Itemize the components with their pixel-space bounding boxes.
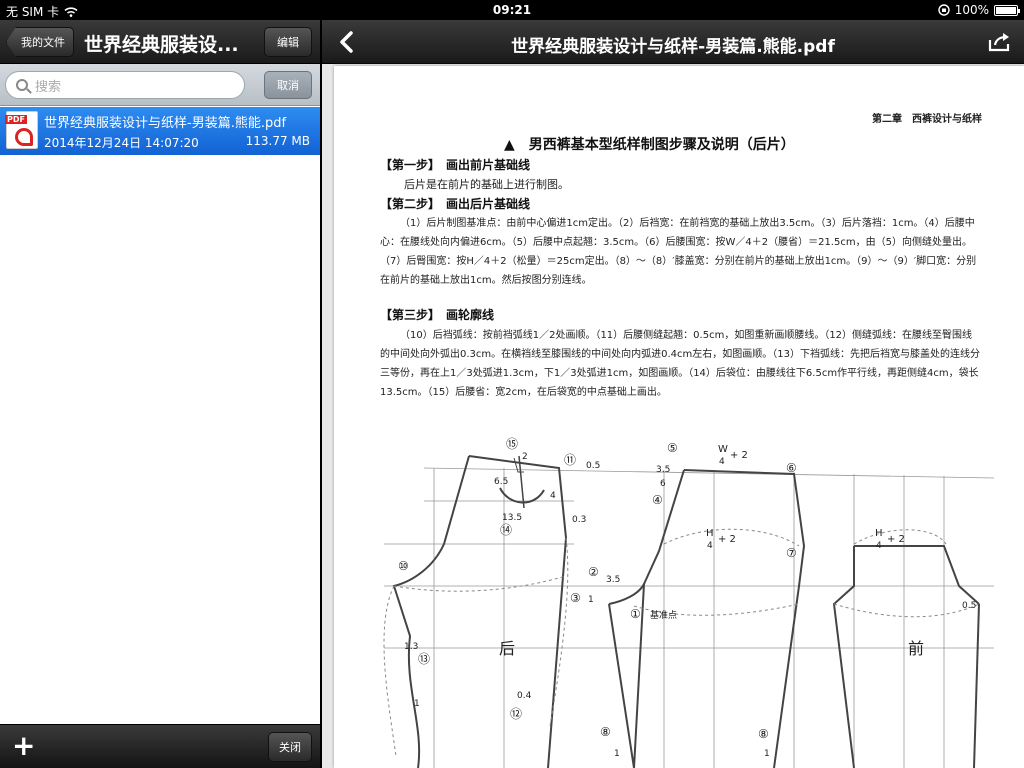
left-nav-bar: 我的文件 世界经典服装设... 编辑 [0, 20, 320, 64]
label-h-b: H [875, 528, 883, 539]
search-icon [16, 79, 28, 91]
label-v05a: 0.5 [586, 461, 600, 471]
pdf-tag: PDF [5, 115, 27, 124]
file-browser-pane: 我的文件 世界经典服装设... 编辑 搜索 取消 PDF 世界经典服装设计与纸样… [0, 20, 320, 768]
label-v35b: 3.5 [606, 575, 620, 585]
viewer-nav-bar: 世界经典服装设计与纸样-男装篇.熊能.pdf [322, 20, 1024, 64]
file-list-item[interactable]: PDF 世界经典服装设计与纸样-男装篇.熊能.pdf 2014年12月24日 1… [0, 107, 320, 155]
label-v05b: 0.5 [962, 601, 976, 611]
label-w: W [718, 444, 728, 455]
label-10: ⑩ [398, 559, 409, 573]
label-15: ⑮ [506, 437, 518, 451]
label-v1c: 1 [614, 749, 620, 759]
left-nav-title: 世界经典服装设... [84, 34, 239, 56]
label-w-plus: + 2 [730, 450, 748, 461]
label-8b: ⑧ [758, 727, 769, 741]
share-icon[interactable] [988, 32, 1012, 52]
app: 无 SIM 卡 09:21 100% 我的文件 世界经典服装设... 编辑 搜索… [0, 0, 1024, 768]
page-heading: ▲ 男西裤基本型纸样制图步骤及说明（后片） [504, 137, 795, 153]
label-8: ⑧ [600, 725, 611, 739]
edit-button[interactable]: 编辑 [264, 27, 312, 57]
label-front: 前 [908, 639, 924, 658]
search-input[interactable]: 搜索 [5, 71, 245, 99]
trouser-pattern-diagram: ⑮ 2 ⑪ 0.5 6.5 4 13.5 0.3 ⑭ ⑩ 1.3 ⑬ 后 0.4… [383, 437, 995, 768]
close-button[interactable]: 关闭 [268, 732, 312, 762]
my-files-back-button[interactable]: 我的文件 [6, 27, 74, 57]
label-2: ② [588, 565, 599, 579]
battery-icon [994, 4, 1020, 16]
chapter-header: 第二章 西裤设计与纸样 [872, 114, 982, 125]
file-name: 世界经典服装设计与纸样-男装篇.熊能.pdf [44, 116, 287, 131]
step-2-title: 【第二步】 画出后片基础线 [380, 197, 531, 211]
acrobat-swirl [15, 128, 33, 146]
label-w-den: 4 [719, 457, 725, 467]
label-back: 后 [499, 639, 515, 658]
label-11: ⑪ [564, 453, 576, 467]
step-1-title: 【第一步】 画出前片基础线 [380, 158, 531, 172]
add-icon[interactable]: + [12, 732, 35, 760]
label-h-b-plus: + 2 [887, 534, 905, 545]
label-v03: 0.3 [572, 515, 586, 525]
file-date: 2014年12月24日 14:07:20 [44, 136, 199, 150]
step-1-text: 后片是在前片的基础上进行制图。 [404, 178, 569, 191]
status-bar: 无 SIM 卡 09:21 100% [0, 0, 1024, 20]
label-5: ⑤ [667, 441, 678, 455]
label-7: ⑦ [786, 546, 797, 560]
label-3: ③ [570, 591, 581, 605]
label-v4: 4 [550, 491, 556, 501]
label-14: ⑭ [500, 523, 512, 537]
label-13: ⑬ [418, 652, 430, 666]
left-toolbar: + 关闭 [0, 724, 320, 768]
label-12: ⑫ [510, 707, 522, 721]
file-size: 113.77 MB [245, 134, 310, 148]
label-v135: 13.5 [502, 513, 522, 523]
label-h-b-den: 4 [876, 541, 882, 551]
label-v04: 0.4 [517, 691, 532, 701]
label-v65: 6.5 [494, 477, 508, 487]
label-v35a: 3.5 [656, 465, 670, 475]
label-v6: 6 [660, 479, 666, 489]
label-1: ① [630, 607, 641, 621]
search-bar: 搜索 取消 [0, 64, 320, 106]
label-base-point: 基准点 [650, 609, 677, 621]
pdf-page[interactable]: 第二章 西裤设计与纸样 ▲ 男西裤基本型纸样制图步骤及说明（后片） 【第一步】 … [334, 66, 1024, 768]
label-v2: 2 [522, 452, 528, 462]
step-3-title: 【第三步】 画轮廓线 [380, 308, 495, 322]
clock: 09:21 [492, 3, 532, 17]
label-h-den: 4 [707, 541, 713, 551]
label-v1a: 1 [414, 699, 420, 709]
battery-percent: 100% [954, 3, 989, 17]
label-h-plus: + 2 [718, 534, 736, 545]
label-6: ⑥ [786, 461, 797, 475]
label-v1b: 1 [588, 595, 594, 605]
document-viewer-pane: 世界经典服装设计与纸样-男装篇.熊能.pdf 第二章 西裤设计与纸样 ▲ 男西裤… [322, 20, 1024, 768]
label-4: ④ [652, 493, 663, 507]
search-placeholder: 搜索 [35, 79, 62, 95]
cancel-button[interactable]: 取消 [264, 71, 312, 99]
label-v1d: 1 [764, 749, 770, 759]
pdf-file-icon: PDF [5, 111, 38, 149]
step-2-text: （1）后片制图基准点：由前中心偏进1cm定出。（2）后裆宽：在前裆宽的基础上放出… [380, 218, 977, 286]
label-v13: 1.3 [404, 642, 418, 652]
label-h: H [706, 528, 714, 539]
step-3-text: （10）后裆弧线：按前裆弧线1／2处画顺。（11）后腰侧缝起翘：0.5cm，如图… [380, 330, 981, 398]
document-title: 世界经典服装设计与纸样-男装篇.熊能.pdf [511, 37, 835, 57]
orientation-lock-icon [937, 4, 950, 16]
